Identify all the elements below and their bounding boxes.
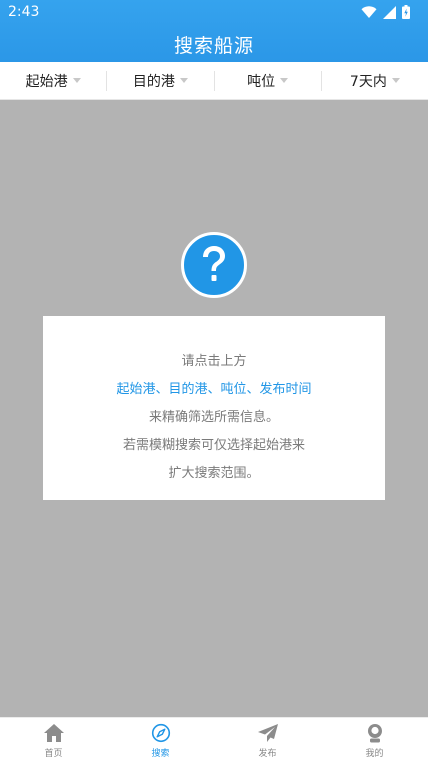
bottom-tab-bar: 首页 搜索 发布 我的 — [0, 717, 428, 760]
tab-label: 我的 — [365, 749, 384, 759]
tab-label: 搜索 — [151, 749, 170, 759]
wifi-icon — [361, 4, 377, 23]
tab-home[interactable]: 首页 — [0, 718, 107, 760]
user-icon — [364, 723, 386, 743]
status-icons — [361, 4, 410, 23]
signal-icon — [383, 4, 396, 23]
dialog-text-line: 请点击上方 — [181, 354, 247, 369]
dialog-highlight-line: 起始港、目的港、吨位、发布时间 — [116, 382, 312, 397]
filter-destination-port[interactable]: 目的港 — [106, 70, 213, 91]
dialog-text-line: 若需模糊搜索可仅选择起始港来 — [122, 438, 305, 453]
filter-label: 目的港 — [132, 73, 175, 90]
status-time: 2:43 — [8, 4, 40, 20]
caret-down-icon — [179, 78, 188, 83]
tab-label: 发布 — [258, 749, 277, 759]
caret-down-icon — [280, 78, 289, 83]
caret-down-icon — [72, 78, 81, 83]
dialog-text-line: 扩大搜索范围。 — [168, 466, 260, 481]
tab-publish[interactable]: 发布 — [214, 718, 321, 760]
tab-label: 首页 — [44, 749, 63, 759]
paper-plane-icon — [257, 723, 279, 743]
app-header: 2:43 搜索船源 — [0, 0, 428, 62]
filter-label: 吨位 — [247, 73, 276, 90]
filter-publish-time[interactable]: 7天内 — [320, 70, 428, 91]
status-bar: 2:43 — [0, 0, 428, 24]
page-title: 搜索船源 — [173, 35, 254, 57]
compass-icon — [150, 723, 172, 743]
filter-tonnage[interactable]: 吨位 — [213, 70, 321, 91]
dialog-text-line: 来精确筛选所需信息。 — [148, 410, 279, 425]
filter-label: 起始港 — [25, 73, 68, 90]
filter-label: 7天内 — [349, 73, 387, 90]
question-mark-icon — [181, 232, 247, 298]
battery-icon — [402, 4, 410, 23]
tab-search[interactable]: 搜索 — [107, 718, 214, 760]
caret-down-icon — [391, 78, 400, 83]
help-dialog: 请点击上方 起始港、目的港、吨位、发布时间 来精确筛选所需信息。 若需模糊搜索可… — [43, 316, 385, 500]
tab-mine[interactable]: 我的 — [321, 718, 428, 760]
home-icon — [43, 723, 65, 743]
filter-origin-port[interactable]: 起始港 — [0, 71, 106, 91]
filter-bar: 起始港 目的港 吨位 7天内 — [0, 62, 428, 100]
